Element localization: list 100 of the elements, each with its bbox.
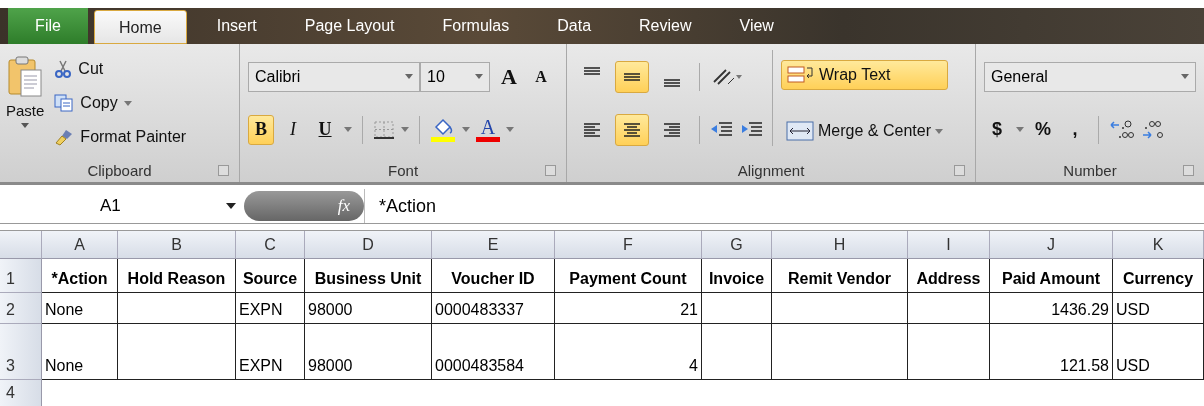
file-tab[interactable]: File	[8, 8, 88, 44]
currency-button[interactable]: $	[984, 114, 1010, 145]
table-cell: 98000	[305, 293, 432, 324]
caret-icon	[123, 100, 132, 106]
underline-button[interactable]: U	[312, 114, 339, 145]
table-cell: 1436.29	[990, 293, 1113, 324]
caret-icon[interactable]	[506, 127, 515, 132]
ribbon-tab[interactable]: Data	[533, 8, 616, 44]
align-middle-icon	[623, 72, 642, 81]
column-title: Business Unit	[305, 259, 432, 293]
number-format-field[interactable]: General	[984, 61, 1196, 92]
column-header[interactable]: E	[432, 231, 555, 259]
comma-button[interactable]: ,	[1062, 114, 1088, 145]
column-title: Payment Count	[555, 259, 702, 293]
column-title: Invoice	[702, 259, 772, 293]
copy-button[interactable]: Copy	[54, 88, 187, 118]
column-header[interactable]: F	[555, 231, 702, 259]
column-title: Address	[908, 259, 990, 293]
table-cell: 21	[555, 293, 702, 324]
caret-icon	[226, 203, 236, 209]
percent-button[interactable]: %	[1030, 114, 1056, 145]
formula-field[interactable]: *Action	[364, 189, 1204, 223]
caret-icon[interactable]	[401, 127, 410, 132]
column-header[interactable]: K	[1113, 231, 1204, 259]
caret-icon[interactable]	[1016, 127, 1024, 132]
align-middle-button[interactable]	[615, 60, 650, 93]
group-title: Clipboard	[87, 161, 152, 179]
fx-button[interactable]: fx	[244, 191, 364, 221]
caret-icon[interactable]	[344, 127, 353, 132]
table-cell: EXPN	[236, 324, 305, 380]
table-cell: 98000	[305, 324, 432, 380]
caret-icon	[405, 74, 414, 79]
row-header[interactable]: 4	[0, 380, 42, 406]
merge-center-button[interactable]: Merge & Center	[781, 116, 948, 146]
caret-icon	[934, 128, 943, 134]
table-cell: 4	[555, 324, 702, 380]
column-title: Currency	[1113, 259, 1204, 293]
clipboard-icon	[7, 54, 44, 98]
column-title: Remit Vendor	[772, 259, 908, 293]
column-title: Voucher ID	[432, 259, 555, 293]
ribbon-tab[interactable]: Review	[615, 8, 716, 44]
ribbon-tab[interactable]: Page Layout	[280, 8, 419, 44]
column-header[interactable]: H	[772, 231, 908, 259]
column-header[interactable]: C	[236, 231, 305, 259]
align-bottom-icon	[663, 78, 682, 87]
column-header[interactable]: A	[42, 231, 118, 259]
table-cell: 0000483337	[432, 293, 555, 324]
table-cell: 121.58	[990, 324, 1113, 380]
row-header[interactable]: 3	[0, 324, 42, 380]
column-header[interactable]: D	[305, 231, 432, 259]
column-title: Source	[236, 259, 305, 293]
cut-button[interactable]: Cut	[54, 54, 187, 84]
increase-decimal-icon[interactable]	[1109, 118, 1135, 141]
column-header[interactable]: G	[702, 231, 772, 259]
font-size-field[interactable]: 10	[420, 61, 491, 92]
row-header[interactable]: 2	[0, 293, 42, 324]
fill-bucket-icon[interactable]	[430, 117, 457, 142]
column-header[interactable]: B	[118, 231, 236, 259]
table-cell	[702, 324, 772, 380]
borders-icon[interactable]	[373, 119, 396, 140]
table-cell: None	[42, 293, 118, 324]
caret-icon	[21, 123, 30, 128]
table-cell: USD	[1113, 293, 1204, 324]
align-top-icon	[583, 66, 602, 75]
column-title: Paid Amount	[990, 259, 1113, 293]
font-name-field[interactable]: Calibri	[248, 61, 421, 92]
column-title: *Action	[42, 259, 118, 293]
column-title: Hold Reason	[118, 259, 236, 293]
group-title: Font	[388, 161, 419, 179]
table-cell: USD	[1113, 324, 1204, 380]
column-header[interactable]: I	[908, 231, 990, 259]
row-header[interactable]: 1	[0, 259, 42, 293]
wrap-text-button[interactable]: Wrap Text	[781, 60, 948, 90]
grow-font-button[interactable]: A	[496, 61, 523, 92]
align-right-icon	[662, 120, 683, 139]
name-box[interactable]: A1	[0, 196, 244, 216]
ribbon-tab[interactable]: Formulas	[418, 8, 534, 44]
bold-button[interactable]: B	[248, 114, 275, 145]
brush-icon	[54, 128, 75, 146]
ribbon-tab[interactable]: View	[715, 8, 798, 44]
align-center-button[interactable]	[615, 113, 650, 146]
paste-button[interactable]: Paste	[6, 50, 45, 146]
caret-icon[interactable]	[462, 127, 471, 132]
caret-icon	[475, 74, 484, 79]
merge-cells-icon	[786, 120, 815, 142]
table-cell: None	[42, 324, 118, 380]
table-cell	[702, 293, 772, 324]
column-header[interactable]: J	[990, 231, 1113, 259]
font-color-button[interactable]: A	[476, 117, 501, 142]
caret-icon	[1181, 74, 1189, 79]
table-cell: EXPN	[236, 293, 305, 324]
wrap-text-icon	[787, 64, 816, 86]
scissors-icon	[54, 60, 73, 78]
ribbon-tab[interactable]: Insert	[192, 8, 281, 44]
table-cell: 0000483584	[432, 324, 555, 380]
format-painter-button[interactable]: Format Painter	[54, 122, 187, 152]
group-title: Number	[1063, 161, 1117, 179]
ribbon-tab[interactable]: Home	[94, 10, 187, 44]
italic-button[interactable]: I	[280, 114, 307, 145]
shrink-font-button[interactable]: A	[528, 61, 555, 92]
